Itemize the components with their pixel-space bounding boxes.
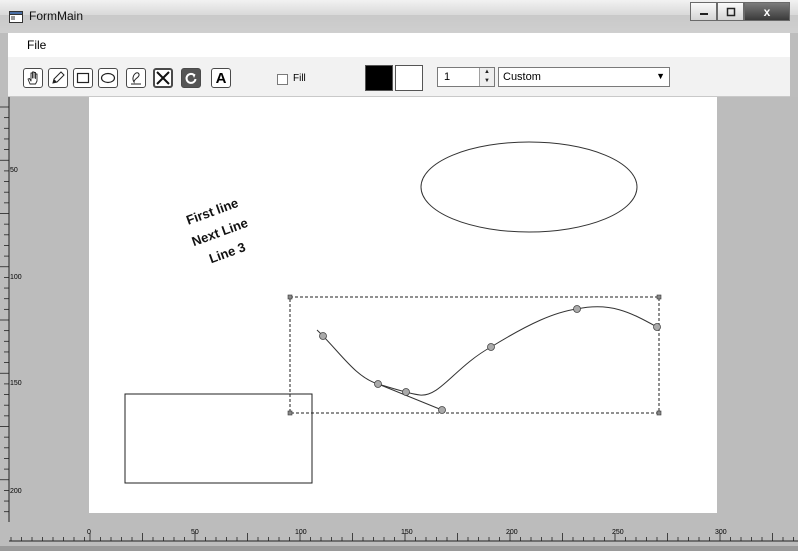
curve-control-point[interactable]	[402, 388, 410, 396]
pen-icon	[52, 71, 65, 84]
stepper-down-icon[interactable]: ▼	[480, 77, 494, 86]
rotate-icon	[185, 72, 197, 84]
left-ruler-label: 200	[10, 488, 22, 495]
erase-tool-button[interactable]	[153, 68, 173, 88]
pencil-icon	[131, 72, 141, 85]
curve-control-point[interactable]	[573, 305, 581, 313]
foreground-color-button[interactable]	[365, 65, 393, 91]
rotate-tool-button[interactable]	[181, 68, 201, 88]
maximize-icon	[726, 7, 735, 16]
ellipse-tool-button[interactable]	[98, 68, 118, 88]
toolbar: A Fill 1 ▲ ▼ Custom ▼	[8, 57, 790, 97]
curve-control-point[interactable]	[653, 323, 661, 331]
menu-file[interactable]: File	[27, 38, 46, 52]
background-color-button[interactable]	[395, 65, 423, 91]
fill-checkbox[interactable]	[277, 74, 288, 85]
maximize-button[interactable]	[717, 2, 744, 21]
selection-handle[interactable]	[656, 410, 662, 416]
bottom-ruler-label: 50	[191, 529, 199, 536]
menu-bar: File	[8, 33, 790, 57]
form-main-window: FormMain x File A Fill 1 ▲ ▼ Custom ▼ 50…	[0, 0, 798, 546]
chevron-down-icon: ▼	[656, 71, 665, 81]
minimize-icon	[699, 12, 708, 15]
cross-eraser-icon	[156, 71, 170, 85]
close-icon: x	[763, 4, 771, 19]
bottom-ruler-label: 0	[87, 529, 91, 536]
line-width-value: 1	[444, 71, 451, 83]
dash-style-select[interactable]: Custom ▼	[498, 67, 670, 87]
bottom-ruler-label: 250	[612, 529, 624, 536]
form-window-icon	[9, 11, 23, 23]
left-ruler-label: 50	[10, 167, 18, 174]
drawing-surface-svg: 50 100 150 200 0 50 100 150 200 250 300 …	[0, 97, 798, 546]
line-tool-button[interactable]	[48, 68, 68, 88]
curve-control-point[interactable]	[438, 406, 446, 414]
window-controls: x	[690, 2, 790, 22]
window-title: FormMain	[29, 9, 84, 23]
minimize-button[interactable]	[690, 2, 717, 21]
line-width-stepper[interactable]: 1 ▲ ▼	[437, 67, 495, 87]
selection-handle[interactable]	[287, 294, 293, 300]
hand-tool-button[interactable]	[23, 68, 43, 88]
drawing-workspace: 50 100 150 200 0 50 100 150 200 250 300 …	[0, 97, 798, 546]
curve-control-point[interactable]	[374, 380, 382, 388]
left-ruler-label: 100	[10, 274, 22, 281]
ellipse-icon	[100, 72, 116, 84]
bottom-ruler-label: 300	[715, 529, 727, 536]
bottom-ruler-label: 150	[401, 529, 413, 536]
left-ruler	[0, 97, 9, 546]
rectangle-tool-button[interactable]	[73, 68, 93, 88]
curve-control-point[interactable]	[319, 332, 327, 340]
curve-control-point[interactable]	[487, 343, 495, 351]
stepper-up-icon[interactable]: ▲	[480, 68, 494, 77]
bottom-ruler-label: 200	[506, 529, 518, 536]
dash-style-value: Custom	[503, 71, 541, 83]
stepper-arrows: ▲ ▼	[479, 68, 494, 86]
hand-icon	[27, 71, 38, 85]
selection-handle[interactable]	[656, 294, 662, 300]
close-button[interactable]: x	[744, 2, 790, 21]
title-bar[interactable]: FormMain x	[0, 0, 798, 33]
text-a-icon: A	[215, 69, 227, 87]
fill-label: Fill	[293, 73, 306, 84]
selection-handle[interactable]	[287, 410, 293, 416]
bottom-ruler-label: 100	[295, 529, 307, 536]
text-tool-button[interactable]: A	[211, 68, 231, 88]
rectangle-icon	[76, 72, 90, 84]
freehand-tool-button[interactable]	[126, 68, 146, 88]
drawing-canvas[interactable]	[89, 97, 717, 513]
left-ruler-label: 150	[10, 380, 22, 387]
